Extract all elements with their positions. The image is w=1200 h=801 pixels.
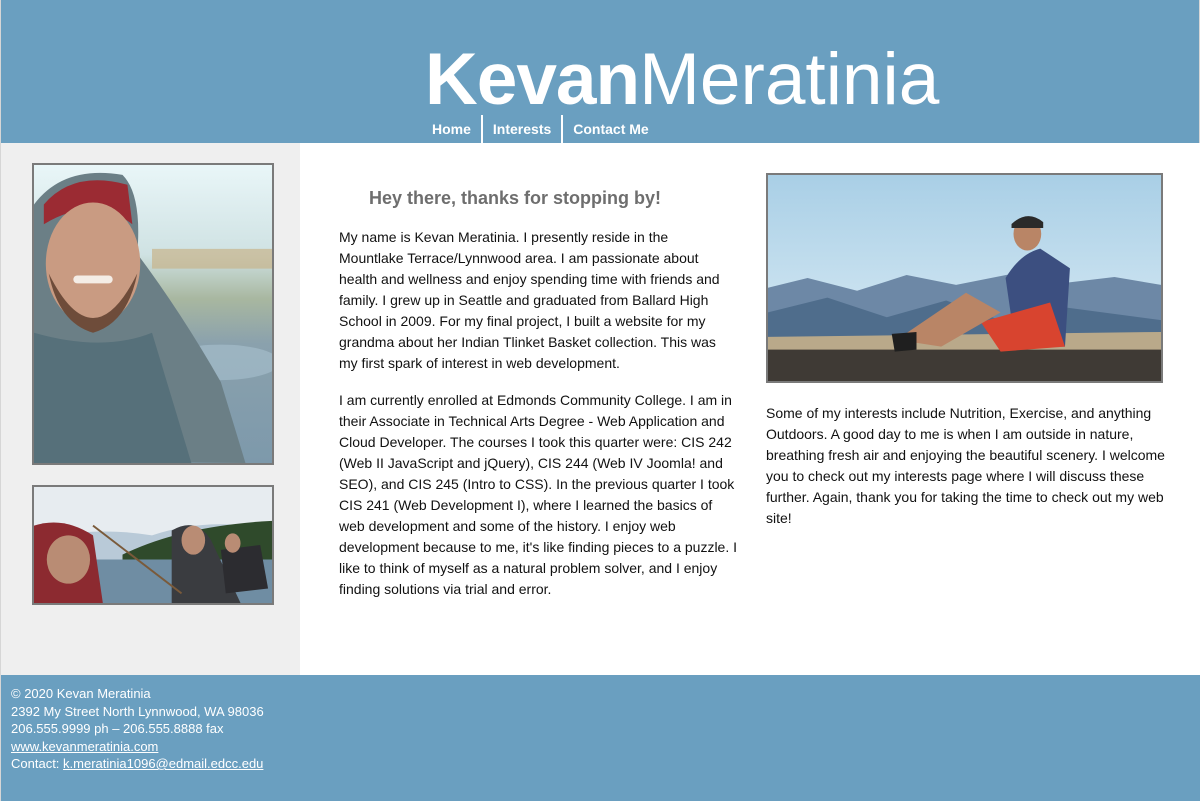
- phone-text: 206.555.9999 ph – 206.555.8888 fax: [11, 721, 224, 736]
- education-paragraph: I am currently enrolled at Edmonds Commu…: [339, 392, 738, 597]
- nav-contact-link[interactable]: Contact Me: [563, 115, 658, 143]
- mountain-photo: [766, 173, 1163, 383]
- welcome-heading: Hey there, thanks for stopping by!: [368, 188, 662, 208]
- logo-last-name: Meratinia: [639, 39, 940, 120]
- main-nav: Home Interests Contact Me: [422, 115, 659, 143]
- sidebar: [0, 143, 300, 675]
- intro-paragraph: My name is Kevan Meratinia. I presently …: [339, 229, 720, 371]
- site-logo[interactable]: KevanMeratinia: [425, 40, 939, 120]
- logo-first-name: Kevan: [425, 39, 640, 120]
- website-link[interactable]: www.kevanmeratinia.com: [11, 739, 158, 754]
- site-header: KevanMeratinia Home Interests Contact Me: [0, 0, 1200, 143]
- nav-home-link[interactable]: Home: [422, 115, 481, 143]
- email-link[interactable]: k.meratinia1096@edmail.edcc.edu: [63, 756, 263, 771]
- nav-interests-link[interactable]: Interests: [483, 115, 561, 143]
- copyright-text: © 2020 Kevan Meratinia: [11, 686, 151, 701]
- contact-label: Contact:: [11, 756, 60, 771]
- site-footer: © 2020 Kevan Meratinia 2392 My Street No…: [0, 675, 1200, 801]
- selfie-photo: [32, 163, 274, 465]
- fishing-photo: [32, 485, 274, 605]
- address-text: 2392 My Street North Lynnwood, WA 98036: [11, 703, 264, 719]
- interests-paragraph: Some of my interests include Nutrition, …: [766, 405, 1165, 526]
